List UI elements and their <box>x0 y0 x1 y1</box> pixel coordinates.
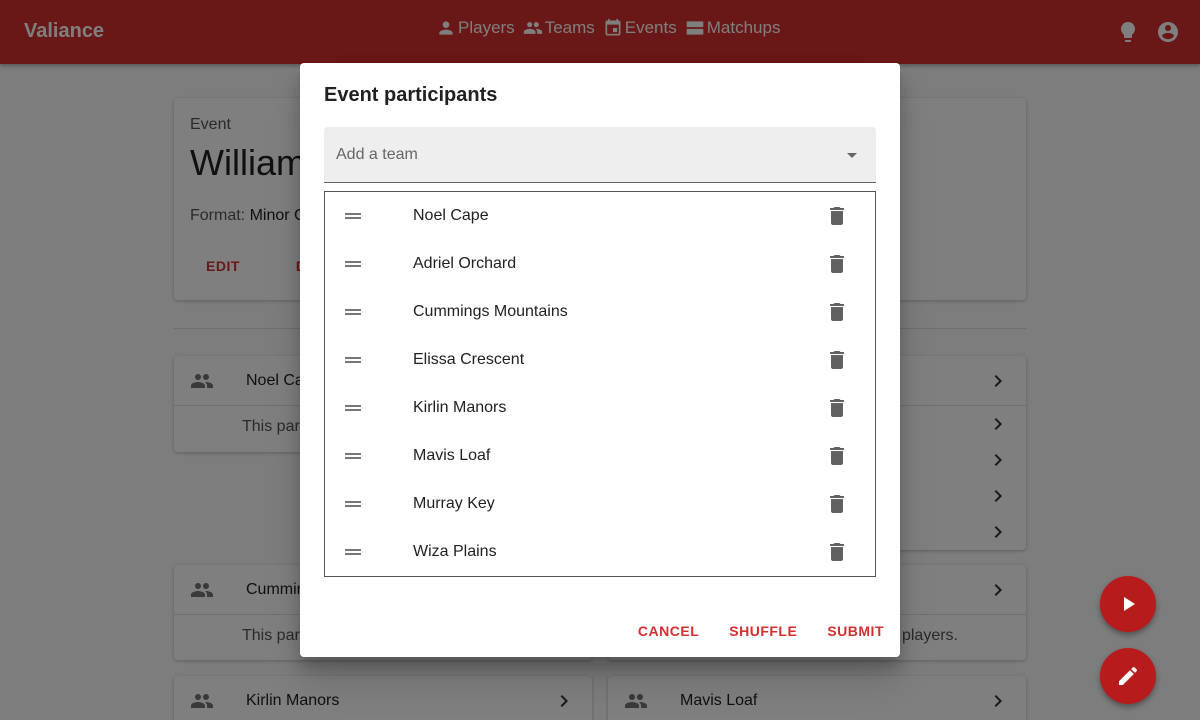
dialog-actions: CANCEL SHUFFLE SUBMIT <box>616 623 892 639</box>
participant-row[interactable]: Cummings Mountains <box>325 288 875 336</box>
trash-icon[interactable] <box>825 348 849 372</box>
trash-icon[interactable] <box>825 492 849 516</box>
trash-icon[interactable] <box>825 252 849 276</box>
participant-row[interactable]: Adriel Orchard <box>325 240 875 288</box>
participant-row[interactable]: Noel Cape <box>325 192 875 240</box>
participant-name: Adriel Orchard <box>413 255 517 272</box>
shuffle-button[interactable]: SHUFFLE <box>721 623 805 639</box>
drag-handle-icon[interactable] <box>341 300 365 324</box>
play-icon <box>1124 597 1135 611</box>
participant-row[interactable]: Elissa Crescent <box>325 336 875 384</box>
trash-icon[interactable] <box>825 300 849 324</box>
participant-name: Murray Key <box>413 495 495 512</box>
trash-icon[interactable] <box>825 396 849 420</box>
drag-handle-icon[interactable] <box>341 204 365 228</box>
drag-handle-icon[interactable] <box>341 348 365 372</box>
play-fab[interactable] <box>1100 576 1156 632</box>
add-team-select[interactable]: Add a team <box>324 127 876 183</box>
cancel-button[interactable]: CANCEL <box>630 623 707 639</box>
dropdown-arrow-icon <box>847 153 857 158</box>
participant-name: Noel Cape <box>413 207 489 224</box>
participant-row[interactable]: Murray Key <box>325 480 875 528</box>
drag-handle-icon[interactable] <box>341 492 365 516</box>
participant-name: Elissa Crescent <box>413 351 525 368</box>
participant-row[interactable]: Kirlin Manors <box>325 384 875 432</box>
participant-name: Cummings Mountains <box>413 303 568 320</box>
submit-button[interactable]: SUBMIT <box>819 623 892 639</box>
event-participants-dialog: Event participants Add a team Noel Cape A… <box>300 63 900 657</box>
add-team-placeholder: Add a team <box>336 146 418 163</box>
dialog-title: Event participants <box>324 84 498 106</box>
participant-name: Mavis Loaf <box>413 447 491 464</box>
pencil-icon <box>1119 667 1137 685</box>
trash-icon[interactable] <box>825 540 849 564</box>
drag-handle-icon[interactable] <box>341 396 365 420</box>
participant-row[interactable]: Wiza Plains <box>325 528 875 576</box>
edit-fab[interactable] <box>1100 648 1156 704</box>
drag-handle-icon[interactable] <box>341 444 365 468</box>
participant-name: Kirlin Manors <box>413 399 507 416</box>
trash-icon[interactable] <box>825 204 849 228</box>
participant-list: Noel Cape Adriel Orchard Cummings Mountain… <box>324 191 876 577</box>
participant-row[interactable]: Mavis Loaf <box>325 432 875 480</box>
participant-name: Wiza Plains <box>413 543 497 560</box>
drag-handle-icon[interactable] <box>341 540 365 564</box>
drag-handle-icon[interactable] <box>341 252 365 276</box>
trash-icon[interactable] <box>825 444 849 468</box>
